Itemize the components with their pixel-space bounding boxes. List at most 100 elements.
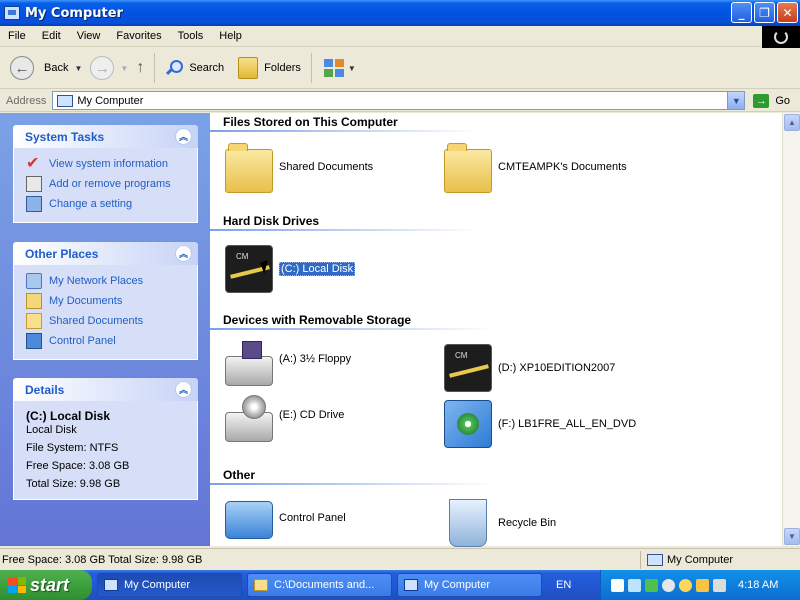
place-control-panel[interactable]: Control Panel bbox=[26, 331, 187, 351]
back-arrow-icon: ← bbox=[10, 56, 34, 80]
views-dropdown-icon[interactable]: ▼ bbox=[348, 64, 356, 73]
menu-view[interactable]: View bbox=[69, 30, 109, 42]
taskbar-item-my-computer[interactable]: My Computer bbox=[97, 573, 242, 597]
search-button[interactable]: Search bbox=[161, 51, 228, 85]
item-label: (D:) XP10EDITION2007 bbox=[498, 362, 616, 374]
tray-network-icon[interactable] bbox=[628, 578, 641, 592]
menu-file[interactable]: File bbox=[0, 30, 34, 42]
group-header-other: Other bbox=[223, 468, 256, 482]
vertical-scrollbar[interactable]: ▲ ▼ bbox=[782, 113, 800, 546]
status-location-label: My Computer bbox=[667, 553, 734, 566]
tray-safely-remove-icon[interactable] bbox=[645, 578, 658, 592]
programs-icon bbox=[26, 176, 42, 192]
group-header-removable: Devices with Removable Storage bbox=[223, 313, 412, 327]
address-input[interactable]: My Computer ▼ bbox=[52, 91, 746, 110]
other-places-body: My Network Places My Documents Shared Do… bbox=[13, 265, 198, 360]
task-label: Change a setting bbox=[49, 198, 133, 210]
taskbar-item-documents[interactable]: C:\Documents and... bbox=[247, 573, 392, 597]
collapse-chevron-icon[interactable]: ︽ bbox=[175, 245, 192, 262]
content-pane[interactable]: Files Stored on This Computer Shared Doc… bbox=[210, 113, 782, 547]
other-places-header[interactable]: Other Places ︽ bbox=[13, 242, 198, 265]
search-label: Search bbox=[189, 62, 225, 74]
item-control-panel[interactable]: Control Panel bbox=[225, 499, 346, 539]
title-bar[interactable]: My Computer _ ❐ ✕ bbox=[0, 0, 800, 26]
taskbar-item-my-computer-2[interactable]: My Computer bbox=[397, 573, 542, 597]
views-button[interactable]: ▼ bbox=[318, 51, 360, 85]
back-dropdown-icon[interactable]: ▼ bbox=[74, 64, 82, 73]
menu-help[interactable]: Help bbox=[211, 30, 250, 42]
window-controls: _ ❐ ✕ bbox=[731, 2, 798, 23]
details-header[interactable]: Details ︽ bbox=[13, 378, 198, 401]
item-label: Recycle Bin bbox=[498, 517, 557, 529]
place-shared-documents[interactable]: Shared Documents bbox=[26, 311, 187, 331]
folder-icon bbox=[444, 143, 492, 193]
tray-notification-icon[interactable] bbox=[611, 578, 624, 592]
address-dropdown-icon[interactable]: ▼ bbox=[727, 92, 745, 109]
folder-icon bbox=[225, 143, 273, 193]
maximize-button[interactable]: ❐ bbox=[754, 2, 775, 23]
go-button[interactable]: → Go bbox=[753, 93, 791, 108]
details-title: Details bbox=[25, 382, 65, 397]
place-my-network-places[interactable]: My Network Places bbox=[26, 271, 187, 291]
my-computer-icon bbox=[104, 579, 118, 591]
my-computer-icon bbox=[57, 94, 74, 107]
item-local-disk-c[interactable]: (C:) Local Disk bbox=[225, 245, 356, 293]
system-tasks-body: ✔ View system information Add or remove … bbox=[13, 148, 198, 223]
toolbar-separator bbox=[154, 53, 156, 83]
item-label: (E:) CD Drive bbox=[279, 409, 345, 421]
item-drive-d[interactable]: (D:) XP10EDITION2007 bbox=[444, 344, 615, 392]
details-body: (C:) Local Disk Local Disk File System: … bbox=[13, 401, 198, 500]
network-icon bbox=[26, 273, 42, 289]
collapse-chevron-icon[interactable]: ︽ bbox=[175, 128, 192, 145]
item-cmteampk-documents[interactable]: CMTEAMPK's Documents bbox=[444, 143, 627, 193]
forward-arrow-icon: → bbox=[90, 56, 115, 80]
floppy-drive-icon bbox=[225, 341, 273, 386]
forward-button[interactable]: → ▼ bbox=[86, 51, 132, 85]
folders-button[interactable]: Folders bbox=[234, 51, 305, 85]
place-label: My Network Places bbox=[49, 275, 144, 287]
go-label: Go bbox=[775, 94, 791, 107]
item-label: CMTEAMPK's Documents bbox=[498, 161, 627, 173]
collapse-chevron-icon[interactable]: ︽ bbox=[175, 381, 192, 398]
clock[interactable]: 4:18 AM bbox=[738, 579, 778, 591]
group-divider bbox=[210, 229, 480, 231]
task-add-remove-programs[interactable]: Add or remove programs bbox=[26, 174, 187, 194]
scroll-up-button[interactable]: ▲ bbox=[784, 114, 800, 131]
system-tasks-title: System Tasks bbox=[25, 129, 105, 144]
task-view-system-information[interactable]: ✔ View system information bbox=[26, 154, 187, 174]
item-drive-f[interactable]: (F:) LB1FRE_ALL_EN_DVD bbox=[444, 400, 636, 448]
my-computer-icon bbox=[647, 553, 663, 566]
close-button[interactable]: ✕ bbox=[777, 2, 798, 23]
menu-tools[interactable]: Tools bbox=[170, 30, 212, 42]
tray-volume-icon[interactable] bbox=[662, 578, 675, 592]
tray-smiley-icon[interactable] bbox=[679, 578, 692, 592]
item-shared-documents[interactable]: Shared Documents bbox=[225, 143, 373, 193]
my-computer-icon bbox=[4, 6, 20, 20]
task-change-setting[interactable]: Change a setting bbox=[26, 194, 187, 214]
forward-dropdown-icon[interactable]: ▼ bbox=[120, 64, 128, 73]
item-recycle-bin[interactable]: Recycle Bin bbox=[444, 499, 556, 547]
group-divider bbox=[210, 483, 495, 485]
details-name: (C:) Local Disk bbox=[26, 409, 111, 423]
views-icon bbox=[322, 57, 346, 79]
back-button[interactable]: ← Back ▼ bbox=[6, 51, 86, 85]
start-button[interactable]: start bbox=[0, 570, 92, 600]
tray-shield-icon[interactable] bbox=[696, 578, 709, 592]
tray-tools-icon[interactable] bbox=[713, 578, 726, 592]
address-bar: Address My Computer ▼ → Go bbox=[0, 90, 800, 112]
item-cd-drive-e[interactable]: (E:) CD Drive bbox=[225, 395, 345, 442]
recycle-bin-icon bbox=[449, 499, 487, 547]
system-tasks-header[interactable]: System Tasks ︽ bbox=[13, 125, 198, 148]
up-button[interactable]: ↑ bbox=[132, 51, 148, 85]
language-indicator[interactable]: EN bbox=[556, 579, 596, 591]
other-places-title: Other Places bbox=[25, 246, 99, 261]
place-my-documents[interactable]: My Documents bbox=[26, 291, 187, 311]
item-floppy-a[interactable]: (A:) 3½ Floppy bbox=[225, 341, 351, 386]
scroll-down-button[interactable]: ▼ bbox=[784, 528, 800, 545]
folders-label: Folders bbox=[264, 62, 301, 74]
menu-favorites[interactable]: Favorites bbox=[108, 30, 169, 42]
menu-edit[interactable]: Edit bbox=[34, 30, 69, 42]
minimize-button[interactable]: _ bbox=[731, 2, 752, 23]
details-panel: Details ︽ (C:) Local Disk Local Disk Fil… bbox=[13, 378, 198, 500]
other-places-panel: Other Places ︽ My Network Places My Docu… bbox=[13, 242, 198, 360]
